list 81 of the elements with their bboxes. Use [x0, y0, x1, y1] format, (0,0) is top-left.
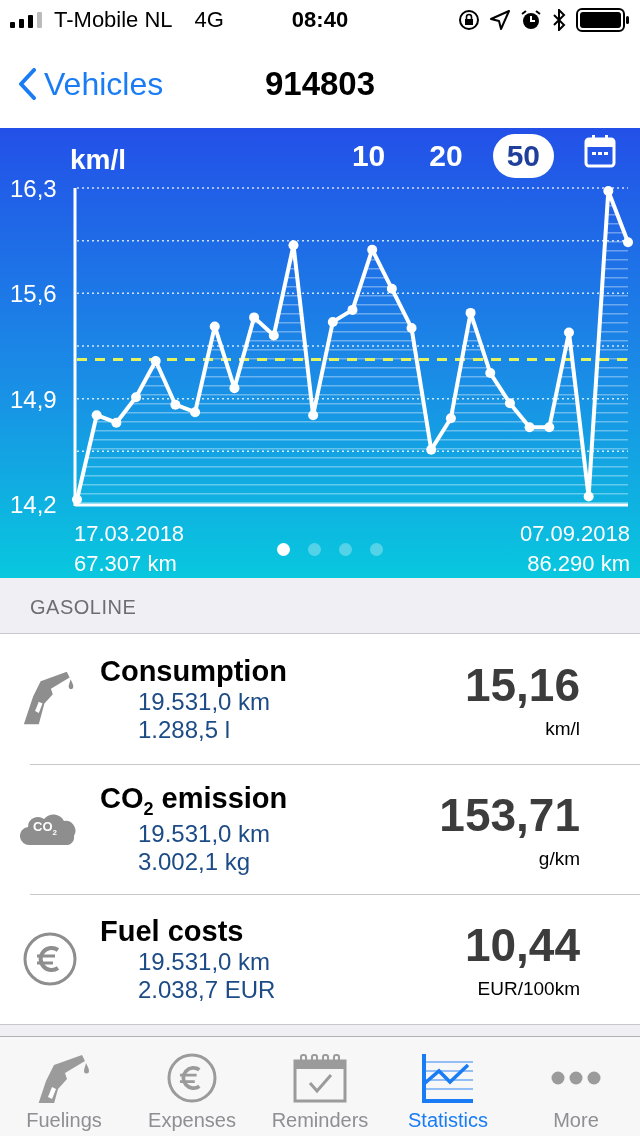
data-point — [426, 444, 437, 455]
data-point — [583, 491, 594, 502]
stat-unit: km/l — [545, 718, 580, 740]
data-point — [111, 417, 122, 428]
period-tab[interactable]: 50 — [492, 134, 554, 178]
data-point — [386, 283, 397, 294]
calendar-icon[interactable] — [584, 134, 616, 168]
data-point — [91, 410, 102, 421]
data-point — [308, 410, 319, 421]
axis-tick-label: 14,2 — [10, 491, 57, 518]
data-point — [229, 383, 240, 394]
axis-tick-label: 15,6 — [10, 280, 57, 308]
screen-title: 914803 — [264, 65, 376, 102]
alarm-icon — [520, 9, 542, 31]
data-point — [268, 330, 279, 341]
data-point — [524, 422, 535, 433]
location-icon — [490, 10, 510, 30]
data-point — [150, 356, 161, 367]
stat-distance: 19.531,0 km — [138, 947, 271, 976]
carrier-name: T-Mobile NL — [54, 7, 173, 33]
period-tab[interactable]: 10 — [337, 134, 400, 178]
unit-label: km/l — [70, 144, 128, 177]
cloud-label: CO$_{2}$ — [33, 819, 57, 837]
tab-bar-item[interactable]: Statistics — [384, 1037, 512, 1136]
rotation-lock-icon — [458, 9, 480, 31]
stat-title: Consumption — [100, 654, 287, 688]
page-dot[interactable] — [277, 542, 290, 556]
tab-bar-item[interactable]: Fuelings — [0, 1037, 128, 1136]
start-odometer: 67.307 km — [74, 551, 178, 577]
stat-value: 10,44 — [464, 918, 580, 972]
stat-distance: 19.531,0 km — [138, 687, 271, 716]
stat-distance: 19.531,0 km — [138, 819, 271, 848]
stat-unit: EUR/100km — [477, 978, 580, 1000]
data-point — [327, 316, 338, 327]
clock-time: 08:40 — [291, 7, 349, 33]
data-point — [190, 407, 201, 418]
euro-icon — [23, 932, 77, 986]
calendar-check-icon — [293, 1053, 347, 1103]
axis-tick-label: 16,3 — [10, 178, 57, 202]
section-header: GASOLINE — [30, 596, 137, 618]
data-point — [445, 413, 456, 424]
stat-unit: g/km — [538, 848, 580, 870]
euro-icon — [167, 1053, 217, 1103]
data-point — [465, 307, 476, 318]
chevron-icon — [18, 68, 36, 100]
more-icon — [551, 1071, 601, 1085]
stat-value: 15,16 — [464, 658, 580, 712]
stat-title: Fuel costs — [100, 914, 244, 948]
data-point — [563, 327, 574, 338]
battery-icon — [576, 8, 630, 32]
back-button[interactable]: Vehicles — [0, 64, 170, 104]
stat-amount: 3.002,1 kg — [138, 847, 251, 876]
data-point — [406, 322, 417, 333]
stat-title: CO$_{2}$ emission — [100, 782, 288, 820]
line-chart-icon — [421, 1053, 475, 1103]
tab-bar-item[interactable]: Expenses — [128, 1037, 256, 1136]
stat-amount: 1.288,5 l — [138, 715, 231, 744]
data-point — [131, 392, 142, 403]
data-point — [347, 304, 358, 315]
start-date: 17.03.2018 — [74, 521, 185, 547]
end-odometer: 86.290 km — [527, 551, 630, 577]
signal-icon — [10, 12, 44, 28]
data-point — [623, 237, 633, 248]
page-dot[interactable] — [308, 542, 321, 556]
page-dot[interactable] — [339, 542, 352, 556]
network-type: 4G — [194, 7, 224, 33]
axis-tick-label: 14,9 — [10, 385, 57, 413]
period-tab[interactable]: 20 — [415, 134, 477, 178]
data-point — [72, 494, 82, 505]
data-point — [544, 422, 555, 433]
tab-bar-item[interactable]: Reminders — [256, 1037, 384, 1136]
stat-value: 153,71 — [439, 788, 580, 842]
page-dot[interactable] — [370, 542, 383, 556]
data-point — [367, 244, 378, 255]
stat-amount: 2.038,7 EUR — [138, 975, 276, 1004]
data-point — [485, 368, 496, 379]
data-point — [209, 321, 220, 332]
data-point — [249, 312, 260, 323]
end-date: 07.09.2018 — [519, 521, 630, 547]
bluetooth-icon — [552, 9, 566, 31]
tab-bar-item[interactable]: More — [512, 1037, 640, 1136]
